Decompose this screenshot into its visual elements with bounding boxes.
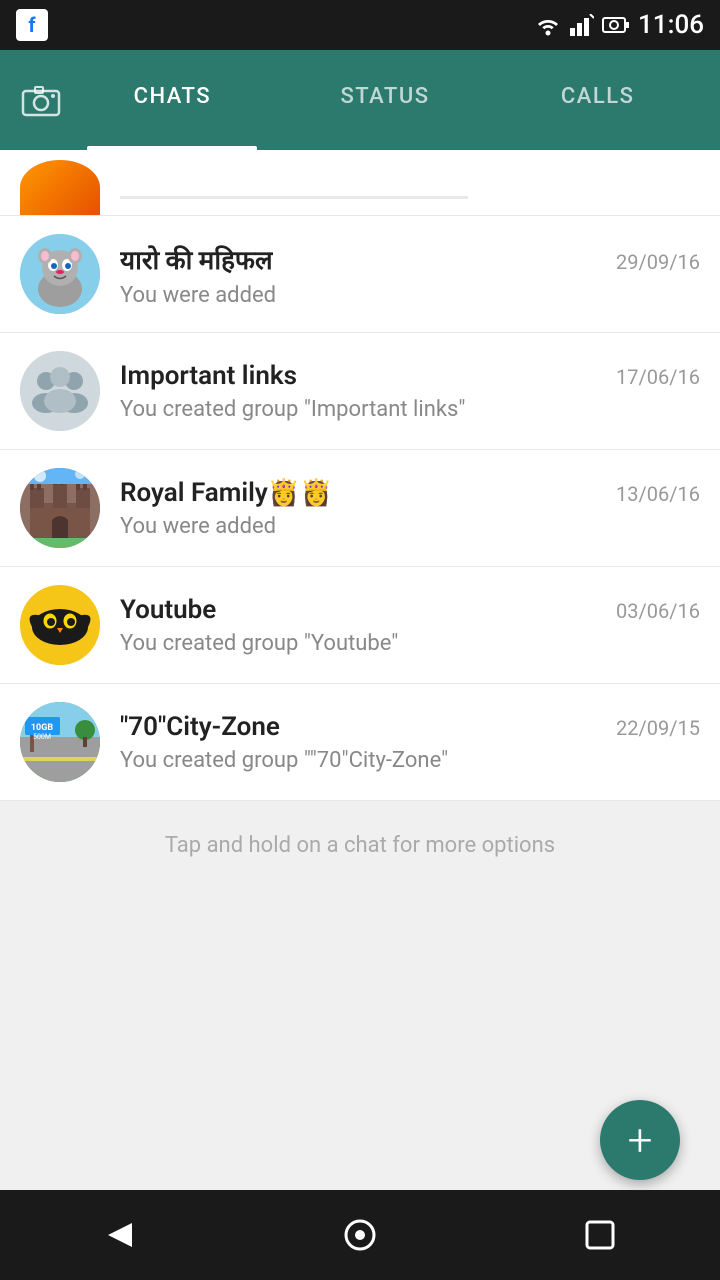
chat-list: यारो की महिफल 29/09/16 You were added <box>0 216 720 890</box>
chat-date-yaro: 29/09/16 <box>616 250 700 274</box>
bottom-hint: Tap and hold on a chat for more options <box>0 801 720 890</box>
chat-item-royal-family[interactable]: Royal Family👸👸 13/06/16 You were added <box>0 450 720 567</box>
chat-date-city-zone: 22/09/15 <box>616 716 700 740</box>
svg-text:500M: 500M <box>33 733 51 741</box>
svg-text:10GB: 10GB <box>31 723 53 733</box>
chat-date-important-links: 17/06/16 <box>616 365 700 389</box>
tab-status[interactable]: STATUS <box>279 50 492 150</box>
chat-name-important-links: Important links <box>120 361 297 391</box>
chat-item-important-links[interactable]: Important links 17/06/16 You created gro… <box>0 333 720 450</box>
status-bar: f 11:06 <box>0 0 720 50</box>
camera-button[interactable] <box>16 75 66 125</box>
chat-name-city-zone: "70"City-Zone <box>120 712 280 742</box>
facebook-icon: f <box>16 9 48 41</box>
partial-chat-item[interactable] <box>0 150 720 216</box>
chat-preview-yaro: You were added <box>120 283 700 308</box>
avatar-important-links <box>20 351 100 431</box>
chat-item-youtube[interactable]: Youtube 03/06/16 You created group "Yout… <box>0 567 720 684</box>
wifi-icon <box>534 14 562 36</box>
chat-name-royal-family: Royal Family👸👸 <box>120 478 333 508</box>
status-bar-left: f <box>16 9 48 41</box>
nav-tabs: CHATS STATUS CALLS <box>66 50 704 150</box>
chat-info-royal-family: Royal Family👸👸 13/06/16 You were added <box>120 478 700 539</box>
chat-name-yaro: यारो की महिफल <box>120 241 273 277</box>
chat-info-city-zone: "70"City-Zone 22/09/15 You created group… <box>120 712 700 773</box>
chat-item-city-zone[interactable]: 10GB 500M "70"City-Zone 22/09/15 You cre… <box>0 684 720 801</box>
tab-chats[interactable]: CHATS <box>66 50 279 150</box>
chat-info-important-links: Important links 17/06/16 You created gro… <box>120 361 700 422</box>
chat-info-yaro: यारो की महिफल 29/09/16 You were added <box>120 241 700 308</box>
chat-item-yaro[interactable]: यारो की महिफल 29/09/16 You were added <box>0 216 720 333</box>
chat-preview-royal-family: You were added <box>120 514 700 539</box>
avatar-youtube <box>20 585 100 665</box>
chat-date-youtube: 03/06/16 <box>616 599 700 623</box>
chat-info-youtube: Youtube 03/06/16 You created group "Yout… <box>120 595 700 656</box>
back-button[interactable] <box>90 1205 150 1265</box>
new-chat-fab[interactable]: + <box>600 1100 680 1180</box>
chat-preview-city-zone: You created group ""70"City-Zone" <box>120 748 700 773</box>
status-bar-right: 11:06 <box>534 10 704 40</box>
partial-avatar <box>20 160 100 215</box>
avatar-city-zone: 10GB 500M <box>20 702 100 782</box>
chat-name-youtube: Youtube <box>120 595 216 625</box>
avatar-royal-family <box>20 468 100 548</box>
top-navigation: CHATS STATUS CALLS <box>0 50 720 150</box>
recent-button[interactable] <box>570 1205 630 1265</box>
chat-date-royal-family: 13/06/16 <box>616 482 700 506</box>
clock: 11:06 <box>638 10 704 40</box>
avatar-yaro <box>20 234 100 314</box>
chat-preview-youtube: You created group "Youtube" <box>120 631 700 656</box>
signal-icon <box>570 14 594 36</box>
tab-calls[interactable]: CALLS <box>491 50 704 150</box>
chat-preview-important-links: You created group "Important links" <box>120 397 700 422</box>
bottom-navigation <box>0 1190 720 1280</box>
battery-icon <box>602 14 630 36</box>
home-button[interactable] <box>330 1205 390 1265</box>
